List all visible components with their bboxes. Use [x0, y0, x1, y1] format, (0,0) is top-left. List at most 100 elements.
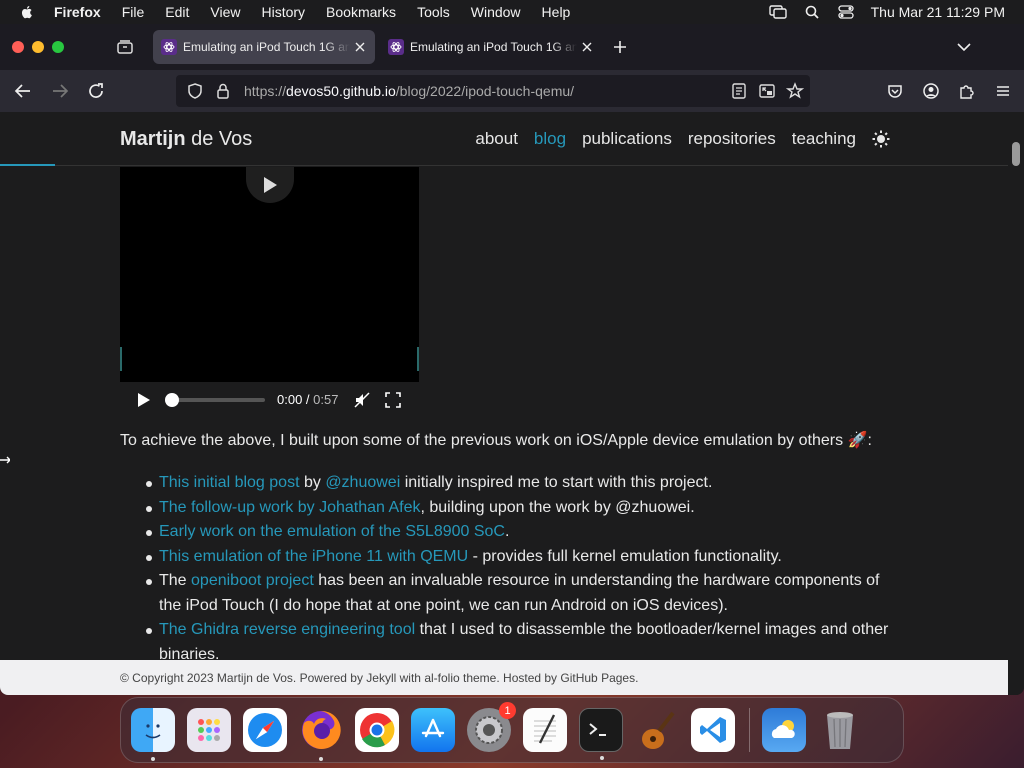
- firefox-view-icon[interactable]: [116, 38, 134, 56]
- menu-history[interactable]: History: [261, 4, 305, 20]
- reader-view-icon[interactable]: [730, 82, 748, 100]
- chrome-icon[interactable]: [355, 708, 399, 752]
- lock-icon[interactable]: [214, 82, 232, 100]
- tab-active[interactable]: Emulating an iPod Touch 1G and: [153, 30, 375, 64]
- running-indicator: [600, 756, 604, 760]
- tab-bar: Emulating an iPod Touch 1G and Emulating…: [0, 24, 1024, 70]
- url-bar[interactable]: https://devos50.github.io/blog/2022/ipod…: [176, 75, 810, 107]
- macos-menu-bar: Firefox File Edit View History Bookmarks…: [0, 0, 1024, 24]
- window-minimize-button[interactable]: [32, 41, 44, 53]
- dock-separator: [749, 708, 750, 752]
- window-zoom-button[interactable]: [52, 41, 64, 53]
- nav-publications[interactable]: publications: [582, 129, 672, 149]
- video-controls: 0:00 / 0:57: [120, 382, 419, 417]
- video-scrubber[interactable]: [165, 392, 265, 407]
- prior-work-list: This initial blog post by @zhuowei initi…: [146, 471, 889, 667]
- launchpad-icon[interactable]: [187, 708, 231, 752]
- menu-clock[interactable]: Thu Mar 21 11:29 PM: [871, 4, 1005, 20]
- tab-close-icon[interactable]: [581, 41, 593, 53]
- theme-toggle-sun-icon[interactable]: [872, 130, 890, 148]
- nav-about[interactable]: about: [475, 129, 518, 149]
- tab-title: Emulating an iPod Touch 1G and: [410, 40, 577, 54]
- url-host: devos50.github.io: [286, 83, 396, 99]
- account-icon[interactable]: [922, 82, 940, 100]
- site-brand[interactable]: Martijn de Vos: [120, 128, 252, 151]
- video-time: 0:00 / 0:57: [277, 392, 339, 407]
- link-follow-up-work[interactable]: The follow-up work by Johathan Afek: [159, 499, 420, 516]
- progress-accent-line: [0, 164, 55, 166]
- menu-bookmarks[interactable]: Bookmarks: [326, 4, 396, 20]
- textedit-icon[interactable]: [523, 708, 567, 752]
- macos-dock: 1: [120, 697, 904, 763]
- apple-logo-icon[interactable]: [19, 4, 35, 20]
- page-footer: © Copyright 2023 Martijn de Vos. Powered…: [0, 660, 1008, 695]
- list-item: The openiboot project has been an invalu…: [146, 569, 889, 618]
- url-scheme: https://: [244, 83, 287, 99]
- app-store-icon[interactable]: [411, 708, 455, 752]
- menu-app-firefox[interactable]: Firefox: [54, 4, 101, 20]
- terminal-icon[interactable]: [579, 708, 623, 760]
- garageband-icon[interactable]: [635, 708, 679, 752]
- spotlight-search-icon[interactable]: [803, 5, 821, 19]
- extensions-puzzle-icon[interactable]: [958, 82, 976, 100]
- video-player[interactable]: 0:00 / 0:57: [120, 167, 419, 417]
- list-all-tabs-chevron-icon[interactable]: [956, 39, 972, 55]
- window-close-button[interactable]: [12, 41, 24, 53]
- menu-tools[interactable]: Tools: [417, 4, 450, 20]
- tab-inactive[interactable]: Emulating an iPod Touch 1G and: [380, 30, 602, 64]
- pocket-icon[interactable]: [886, 82, 904, 100]
- page-scrollbar[interactable]: [1008, 112, 1024, 695]
- link-zhuowei[interactable]: @zhuowei: [325, 474, 400, 491]
- nav-teaching[interactable]: teaching: [792, 129, 856, 149]
- menu-view[interactable]: View: [210, 4, 240, 20]
- play-icon[interactable]: [137, 392, 151, 408]
- link-ghidra[interactable]: The Ghidra reverse engineering tool: [159, 621, 415, 638]
- big-play-button[interactable]: [246, 167, 294, 203]
- tab-close-icon[interactable]: [354, 41, 366, 53]
- nav-blog[interactable]: blog: [534, 129, 566, 149]
- menu-file[interactable]: File: [122, 4, 145, 20]
- list-text: The: [159, 572, 192, 589]
- list-text: - provides full kernel emulation functio…: [468, 547, 782, 565]
- link-s5l8900-emulation[interactable]: Early work on the emulation of the S5L89…: [159, 523, 505, 540]
- forward-arrow-icon[interactable]: [51, 82, 69, 100]
- picture-in-picture-icon[interactable]: [758, 82, 776, 100]
- new-tab-plus-icon[interactable]: [612, 39, 628, 55]
- control-center-icon[interactable]: [837, 5, 855, 19]
- trash-icon[interactable]: [818, 708, 862, 752]
- bookmark-star-icon[interactable]: [786, 82, 804, 100]
- firefox-window: Emulating an iPod Touch 1G and Emulating…: [0, 24, 1024, 695]
- firefox-icon[interactable]: [299, 708, 343, 761]
- finder-icon[interactable]: [131, 708, 175, 761]
- vscode-icon[interactable]: [691, 708, 735, 752]
- site-navbar: Martijn de Vos about blog publications r…: [0, 112, 1008, 166]
- nav-repositories[interactable]: repositories: [688, 129, 776, 149]
- tracking-protection-shield-icon[interactable]: [186, 82, 204, 100]
- running-indicator: [151, 757, 155, 761]
- atom-favicon-icon: [161, 39, 177, 55]
- scrubber-knob[interactable]: [165, 392, 179, 407]
- web-page-content: Martijn de Vos about blog publications r…: [0, 112, 1008, 695]
- video-edge-right: [417, 347, 419, 371]
- muted-speaker-icon[interactable]: [354, 391, 370, 408]
- screen-mirroring-icon[interactable]: [768, 5, 787, 19]
- menu-window[interactable]: Window: [471, 4, 521, 20]
- link-initial-blog-post[interactable]: This initial blog post: [159, 474, 300, 491]
- safari-icon[interactable]: [243, 708, 287, 752]
- video-edge-left: [120, 347, 122, 371]
- link-openiboot[interactable]: openiboot project: [191, 572, 314, 589]
- link-iphone11-qemu[interactable]: This emulation of the iPhone 11 with QEM…: [159, 548, 468, 565]
- fullscreen-icon[interactable]: [385, 391, 402, 408]
- menu-edit[interactable]: Edit: [165, 4, 189, 20]
- back-arrow-icon[interactable]: [14, 82, 32, 100]
- list-item: This initial blog post by @zhuowei initi…: [146, 471, 889, 496]
- weather-icon[interactable]: [762, 708, 806, 752]
- scrollbar-thumb[interactable]: [1012, 142, 1020, 166]
- play-icon: [264, 177, 277, 193]
- menu-help[interactable]: Help: [542, 4, 571, 20]
- hamburger-menu-icon[interactable]: [994, 82, 1012, 100]
- running-indicator: [319, 757, 323, 761]
- system-settings-icon[interactable]: 1: [467, 702, 516, 752]
- url-text[interactable]: https://devos50.github.io/blog/2022/ipod…: [244, 83, 574, 99]
- reload-icon[interactable]: [87, 82, 105, 100]
